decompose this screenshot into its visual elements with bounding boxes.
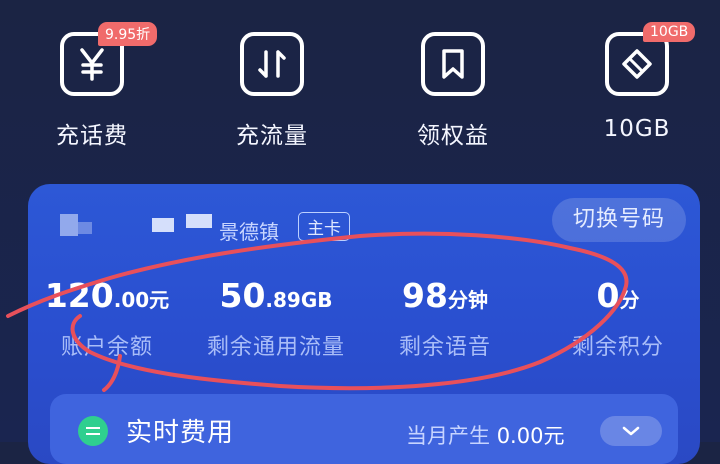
masked-phone-number <box>60 214 78 236</box>
switch-number-button[interactable]: 切换号码 <box>552 198 686 242</box>
stat-value: 50 <box>219 276 266 315</box>
stat-label: 剩余积分 <box>571 335 664 360</box>
realtime-fee-panel[interactable]: 实时费用 当月产生 0.00元 <box>50 394 678 464</box>
stat-label: 剩余语音 <box>398 335 491 360</box>
stat-value: 98 <box>402 276 448 315</box>
stat-data-remaining[interactable]: 50.89GB 剩余通用流量 <box>196 276 356 361</box>
bookmark-icon <box>421 32 485 96</box>
ticket-icon: 10GB <box>605 22 696 96</box>
quick-action-label: 充话费 <box>56 123 128 149</box>
discount-badge: 9.95折 <box>98 22 158 46</box>
quick-action-benefits[interactable]: 领权益 <box>378 32 528 150</box>
stat-label: 剩余通用流量 <box>206 335 345 360</box>
month-fee-text: 当月产生 0.00元 <box>406 420 564 450</box>
chevron-down-icon <box>622 426 640 436</box>
data-badge: 10GB <box>643 22 696 42</box>
stat-points-remaining[interactable]: 0分 剩余积分 <box>556 276 680 361</box>
yuan-icon: 9.95折 <box>60 22 158 96</box>
up-down-arrows-icon <box>240 32 304 96</box>
quick-action-label: 充流量 <box>236 123 308 149</box>
masked-user-name <box>152 218 174 232</box>
masked-user-name <box>186 214 212 228</box>
month-fee-value: 0.00元 <box>496 424 565 448</box>
stat-value: 120 <box>44 276 114 315</box>
primary-card-tag: 主卡 <box>298 212 350 241</box>
quick-action-10gb[interactable]: 10GB 10GB <box>562 22 712 142</box>
quick-action-label: 10GB <box>603 116 671 142</box>
month-fee-label: 当月产生 <box>406 424 490 448</box>
stat-unit: 分钟 <box>447 288 488 312</box>
quick-actions: 9.95折 充话费 充流量 领权益 10GB 10GB <box>0 0 720 175</box>
city-label: 景德镇 <box>219 220 279 244</box>
stat-label: 账户余额 <box>60 335 153 360</box>
stat-unit: .00元 <box>113 288 170 312</box>
stat-voice-remaining[interactable]: 98分钟 剩余语音 <box>380 276 510 361</box>
stat-value: 0 <box>596 276 620 315</box>
quick-action-label: 领权益 <box>417 123 489 149</box>
quick-action-recharge-data[interactable]: 充流量 <box>197 32 347 150</box>
stat-unit: 分 <box>619 288 640 312</box>
stat-unit: .89GB <box>265 288 333 312</box>
quick-action-recharge-call[interactable]: 9.95折 充话费 <box>17 22 167 150</box>
masked-phone-number <box>78 222 92 234</box>
stat-balance[interactable]: 120.00元 账户余额 <box>32 276 182 361</box>
realtime-fee-title: 实时费用 <box>126 418 235 448</box>
account-card: 景德镇 主卡 切换号码 120.00元 账户余额 50.89GB 剩余通用流量 … <box>28 184 700 464</box>
